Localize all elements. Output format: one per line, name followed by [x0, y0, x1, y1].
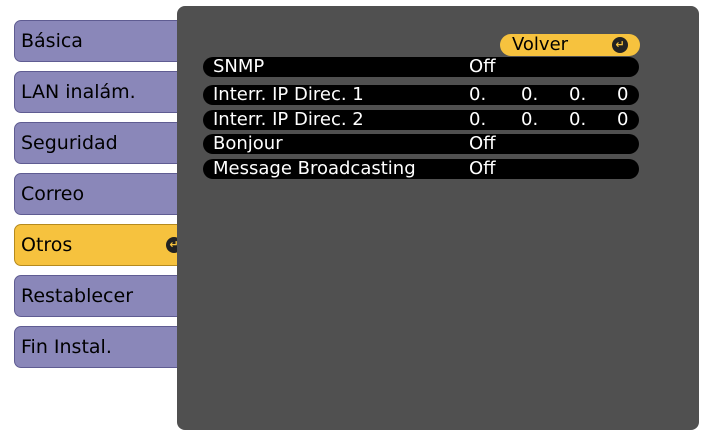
sidebar-item-label: LAN inalám.: [21, 81, 136, 103]
row-ip-address-2[interactable]: Interr. IP Direc. 2 0. 0. 0. 0: [203, 110, 639, 130]
row-message-broadcasting[interactable]: Message Broadcasting Off: [203, 159, 639, 179]
sidebar-item-lan-inalam[interactable]: LAN inalám.: [14, 71, 186, 113]
sidebar-item-seguridad[interactable]: Seguridad: [14, 122, 186, 164]
row-label: Interr. IP Direc. 2: [213, 109, 364, 130]
ip-octet: 0.: [569, 84, 587, 105]
back-button-label: Volver: [512, 34, 569, 55]
row-label: Bonjour: [213, 133, 283, 154]
sidebar-item-basica[interactable]: Básica: [14, 20, 186, 62]
sidebar-item-label: Restablecer: [21, 285, 134, 307]
row-label: SNMP: [213, 56, 265, 77]
row-ip-address-1[interactable]: Interr. IP Direc. 1 0. 0. 0. 0: [203, 85, 639, 105]
ip-octet: 0.: [521, 109, 539, 130]
row-value: Off: [469, 158, 496, 179]
ip-octet: 0.: [521, 84, 539, 105]
sidebar-item-otros[interactable]: Otros ↵: [14, 224, 190, 266]
row-label: Message Broadcasting: [213, 158, 416, 179]
sidebar-item-label: Seguridad: [21, 132, 118, 154]
ip-octet: 0.: [469, 84, 487, 105]
row-bonjour[interactable]: Bonjour Off: [203, 134, 639, 154]
ip-octet: 0.: [569, 109, 587, 130]
sidebar-item-fin-instal[interactable]: Fin Instal.: [14, 326, 186, 368]
row-value: Off: [469, 133, 496, 154]
ip-octet: 0.: [469, 109, 487, 130]
sidebar-item-label: Otros: [21, 234, 73, 256]
row-label: Interr. IP Direc. 1: [213, 84, 364, 105]
sidebar-item-label: Fin Instal.: [21, 336, 112, 358]
row-value: Off: [469, 56, 496, 77]
sidebar-item-label: Correo: [21, 183, 85, 205]
sidebar-item-label: Básica: [21, 30, 83, 52]
enter-icon: ↵: [612, 37, 628, 53]
ip-octet: 0: [617, 109, 629, 130]
row-snmp[interactable]: SNMP Off: [203, 57, 639, 77]
back-button[interactable]: Volver ↵: [500, 34, 640, 56]
sidebar-item-restablecer[interactable]: Restablecer: [14, 275, 186, 317]
sidebar-item-correo[interactable]: Correo: [14, 173, 186, 215]
ip-octet: 0: [617, 84, 629, 105]
